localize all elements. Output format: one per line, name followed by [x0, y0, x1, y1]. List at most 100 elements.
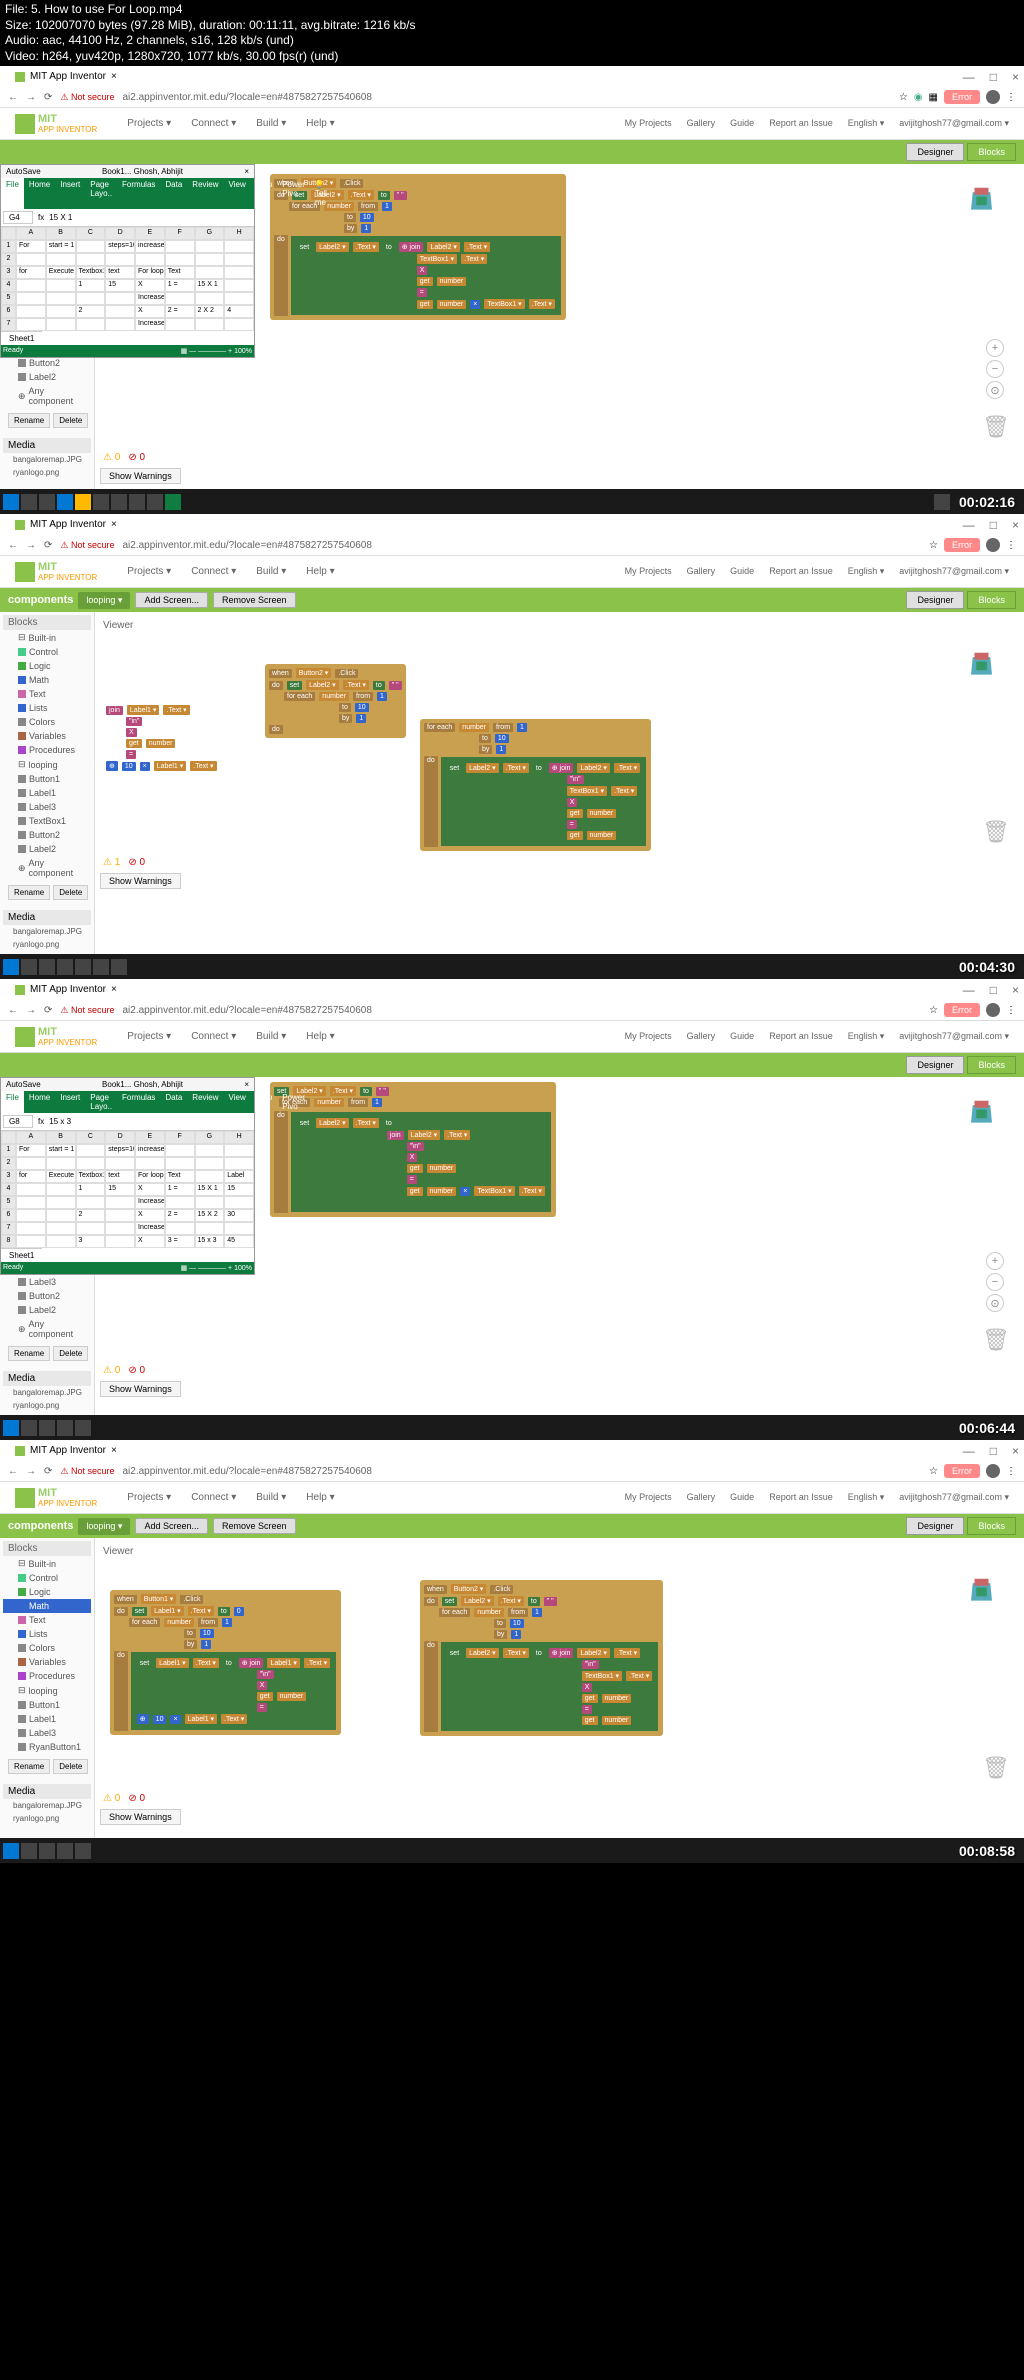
- comp-button1[interactable]: Button1: [3, 772, 91, 786]
- screen-dropdown[interactable]: looping ▾: [78, 592, 130, 609]
- tab-view[interactable]: View: [224, 178, 251, 209]
- app-icon-1[interactable]: [111, 494, 127, 510]
- tab-page[interactable]: Page Layo..: [85, 178, 117, 209]
- maximize-icon[interactable]: □: [990, 70, 997, 84]
- screen-looping[interactable]: ⊟ looping: [3, 757, 91, 772]
- comp-label1[interactable]: Label1: [3, 786, 91, 800]
- any-component[interactable]: ⊕ Any component: [3, 384, 91, 408]
- close-tab-icon[interactable]: ×: [111, 71, 117, 82]
- remove-screen-button[interactable]: Remove Screen: [213, 592, 296, 608]
- cat-procedures[interactable]: Procedures: [3, 743, 91, 757]
- chrome-icon[interactable]: [93, 494, 109, 510]
- tab-power[interactable]: Power Pivo: [277, 178, 310, 209]
- reload-icon[interactable]: ⟳: [44, 540, 52, 551]
- when-button2-block[interactable]: whenButton2 ▾.Click dosetLabel2 ▾.Text ▾…: [265, 664, 406, 738]
- cat-math[interactable]: Math: [3, 673, 91, 687]
- button2-block[interactable]: whenButton2 ▾.Click dosetLabel2 ▾.Text ▾…: [420, 1580, 663, 1736]
- rename-button[interactable]: Rename: [8, 413, 50, 428]
- cat-text[interactable]: Text: [3, 687, 91, 701]
- tab-insert[interactable]: Insert: [55, 178, 85, 209]
- error-badge[interactable]: Error: [944, 90, 980, 104]
- media-file-1[interactable]: bangaloremap.JPG: [3, 453, 91, 466]
- cat-lists[interactable]: Lists: [3, 701, 91, 715]
- button1-block[interactable]: whenButton1 ▾.Click dosetLabel1 ▾.Text ▾…: [110, 1590, 341, 1735]
- sheet-tab[interactable]: Sheet1: [1, 331, 42, 345]
- excel-icon[interactable]: [165, 494, 181, 510]
- excel-window[interactable]: AutoSave Book1... Ghosh, Abhijit × File …: [0, 164, 255, 358]
- excel-window[interactable]: AutoSaveBook1... Ghosh, Abhijit× File Ho…: [0, 1077, 255, 1275]
- component-button2[interactable]: Button2: [3, 356, 91, 370]
- blocks-canvas[interactable]: joinLabel1 ▾.Text ▾ "in" X getnumber = ⊕…: [100, 634, 1019, 854]
- start-icon[interactable]: [3, 494, 19, 510]
- designer-button[interactable]: Designer: [906, 143, 964, 161]
- formula-bar[interactable]: 15 X 1: [49, 213, 72, 222]
- qr-icon[interactable]: ▦: [929, 92, 938, 103]
- tab-home[interactable]: Home: [24, 178, 55, 209]
- url-text[interactable]: ai2.appinventor.mit.edu/?locale=en#48758…: [123, 92, 891, 103]
- for-each-block[interactable]: for eachnumberfrom1 to10 by1 do setLabel…: [420, 719, 651, 851]
- back-icon[interactable]: ←: [8, 92, 18, 103]
- trash-icon[interactable]: 🗑: [982, 414, 1004, 439]
- mit-logo[interactable]: MIT APP INVENTOR: [15, 113, 97, 134]
- tab-help[interactable]: Help: [251, 178, 277, 209]
- comp-label3[interactable]: Label3: [3, 800, 91, 814]
- tab-file[interactable]: File: [1, 178, 24, 209]
- tray-icon[interactable]: [934, 494, 950, 510]
- excel-grid[interactable]: ABCDEFGH1Forstart = 1steps=10increase by…: [1, 227, 254, 331]
- browser-tab[interactable]: MIT App Inventor ×: [5, 68, 127, 85]
- cat-control[interactable]: Control: [3, 645, 91, 659]
- search-icon[interactable]: [21, 494, 37, 510]
- explorer-icon[interactable]: [75, 494, 91, 510]
- comp-label2[interactable]: Label2: [3, 842, 91, 856]
- menu-help[interactable]: Help ▾: [306, 118, 334, 129]
- guide-link[interactable]: Guide: [730, 118, 754, 129]
- app-icon-2[interactable]: [129, 494, 145, 510]
- zoom-out-icon[interactable]: −: [986, 360, 1004, 378]
- component-label2[interactable]: Label2: [3, 370, 91, 384]
- tab-formulas[interactable]: Formulas: [117, 178, 160, 209]
- backpack-icon[interactable]: [964, 644, 999, 679]
- menu-projects[interactable]: Projects ▾: [127, 118, 171, 129]
- blocks-button[interactable]: Blocks: [967, 143, 1016, 161]
- built-in[interactable]: ⊟ Built-in: [3, 630, 91, 645]
- zoom-fit-icon[interactable]: ⊙: [986, 381, 1004, 399]
- tell-me[interactable]: 💡 Tell me: [310, 178, 332, 209]
- report-link[interactable]: Report an Issue: [769, 118, 833, 129]
- forward-icon[interactable]: →: [26, 540, 36, 551]
- forward-icon[interactable]: →: [26, 92, 36, 103]
- comp-textbox1[interactable]: TextBox1: [3, 814, 91, 828]
- any-component[interactable]: ⊕ Any component: [3, 856, 91, 880]
- app-icon-3[interactable]: [147, 494, 163, 510]
- account-link[interactable]: avijitghosh77@gmail.com ▾: [899, 118, 1009, 129]
- browser-tab[interactable]: MIT App Inventor×: [5, 516, 127, 533]
- show-warnings-button[interactable]: Show Warnings: [100, 468, 181, 484]
- excel-close-icon[interactable]: ×: [244, 167, 249, 176]
- media-file-2[interactable]: ryanlogo.png: [3, 466, 91, 479]
- cat-logic[interactable]: Logic: [3, 659, 91, 673]
- tab-review[interactable]: Review: [187, 178, 223, 209]
- backpack-icon[interactable]: [964, 179, 999, 214]
- close-icon[interactable]: ×: [1012, 70, 1019, 84]
- back-icon[interactable]: ←: [8, 540, 18, 551]
- star-icon[interactable]: ☆: [929, 540, 938, 551]
- blocks-button[interactable]: Blocks: [967, 591, 1016, 609]
- security-indicator[interactable]: ⚠ Not secure: [60, 92, 114, 103]
- tab-data[interactable]: Data: [160, 178, 187, 209]
- security-indicator[interactable]: ⚠ Not secure: [60, 540, 114, 551]
- gallery-link[interactable]: Gallery: [687, 118, 716, 129]
- my-projects-link[interactable]: My Projects: [625, 118, 672, 129]
- menu-build[interactable]: Build ▾: [256, 118, 286, 129]
- menu-icon[interactable]: ⋮: [1006, 92, 1016, 103]
- mit-logo[interactable]: MITAPP INVENTOR: [15, 561, 97, 582]
- language-link[interactable]: English ▾: [848, 118, 885, 129]
- minimize-icon[interactable]: —: [963, 70, 975, 84]
- cat-variables[interactable]: Variables: [3, 729, 91, 743]
- comp-button2[interactable]: Button2: [3, 828, 91, 842]
- autosave-toggle[interactable]: AutoSave: [6, 167, 41, 176]
- edge-icon[interactable]: [57, 494, 73, 510]
- profile-avatar[interactable]: [986, 90, 1000, 104]
- star-icon[interactable]: ☆: [899, 92, 908, 103]
- cat-colors[interactable]: Colors: [3, 715, 91, 729]
- extension-icon[interactable]: ◉: [914, 92, 923, 103]
- cell-reference[interactable]: G4: [3, 211, 33, 224]
